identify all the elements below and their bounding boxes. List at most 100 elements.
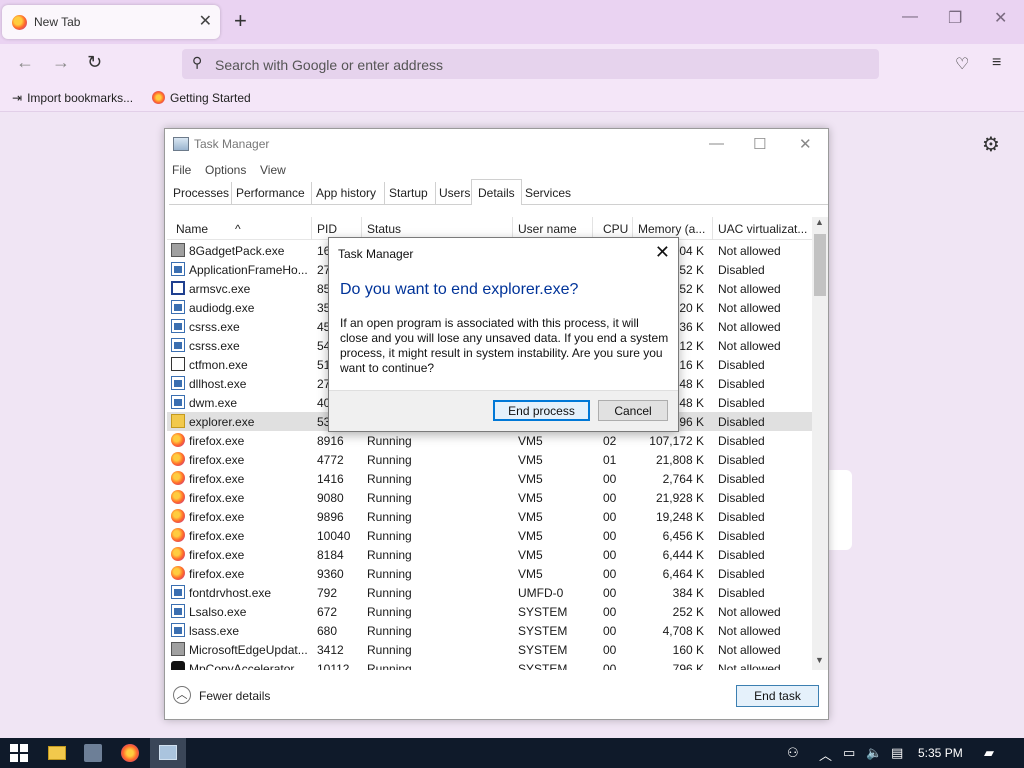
cell-status: Running bbox=[367, 453, 412, 467]
cell-user: VM5 bbox=[518, 491, 543, 505]
minimize-icon[interactable]: — bbox=[902, 8, 918, 26]
cell-pid: 8916 bbox=[317, 434, 344, 448]
tm-minimize-icon[interactable]: — bbox=[709, 135, 724, 152]
table-row[interactable]: firefox.exe 10040 Running VM5 00 6,456 K Disab… bbox=[167, 526, 812, 545]
tab-users[interactable]: Users bbox=[435, 186, 474, 200]
cell-name: ctfmon.exe bbox=[189, 358, 248, 372]
cell-status: Running bbox=[367, 529, 412, 543]
tab-details[interactable]: Details bbox=[471, 179, 522, 205]
cell-user: SYSTEM bbox=[518, 605, 568, 619]
settings-app-icon[interactable] bbox=[84, 744, 102, 762]
menu-icon[interactable]: ≡ bbox=[992, 54, 1001, 72]
reload-icon[interactable]: ↻ bbox=[87, 52, 102, 73]
chevron-up-tray-icon[interactable]: ︿ bbox=[819, 745, 832, 764]
process-gadget-icon bbox=[171, 243, 185, 257]
end-process-button[interactable]: End process bbox=[493, 400, 590, 421]
table-row[interactable]: firefox.exe 8184 Running VM5 00 6,444 K Disabl… bbox=[167, 545, 812, 564]
cell-user: VM5 bbox=[518, 529, 543, 543]
column-header-name[interactable]: Name bbox=[176, 222, 306, 236]
pocket-icon[interactable]: ♡ bbox=[955, 54, 969, 74]
cell-name: firefox.exe bbox=[189, 567, 245, 581]
cell-name: firefox.exe bbox=[189, 453, 245, 467]
cell-name: firefox.exe bbox=[189, 548, 245, 562]
cell-uac: Disabled bbox=[718, 358, 765, 372]
task-manager-tabs: Processes Performance App history Startu… bbox=[169, 179, 828, 205]
process-pen-icon bbox=[171, 357, 185, 371]
bookmark-getting-started-label: Getting Started bbox=[170, 91, 251, 105]
table-row[interactable]: lsass.exe 680 Running SYSTEM 00 4,708 K Not al… bbox=[167, 621, 812, 640]
cell-pid: 672 bbox=[317, 605, 338, 619]
network-icon[interactable]: ▤ bbox=[891, 745, 903, 761]
column-header-pid[interactable]: PID bbox=[317, 222, 357, 236]
dialog-button-bar: End process Cancel bbox=[329, 390, 678, 431]
column-header-status[interactable]: Status bbox=[367, 222, 507, 236]
table-row[interactable]: firefox.exe 1416 Running VM5 00 2,764 K Disabl… bbox=[167, 469, 812, 488]
close-window-icon[interactable]: ✕ bbox=[994, 8, 1007, 28]
tab-processes[interactable]: Processes bbox=[169, 186, 233, 200]
bookmark-getting-started[interactable]: Getting Started bbox=[152, 91, 251, 105]
cell-name: lsass.exe bbox=[189, 624, 240, 638]
table-row[interactable]: firefox.exe 9896 Running VM5 00 19,248 K Disab… bbox=[167, 507, 812, 526]
scroll-down-arrow[interactable]: ▼ bbox=[815, 655, 824, 665]
volume-icon[interactable]: 🔈 bbox=[866, 745, 882, 761]
scroll-thumb[interactable] bbox=[814, 234, 826, 296]
column-divider[interactable] bbox=[712, 217, 713, 240]
tab-services[interactable]: Services bbox=[521, 186, 575, 200]
table-row[interactable]: MpCopyAccelerator... 10112 Running SYSTEM 00… bbox=[167, 659, 812, 670]
windows-start-icon[interactable] bbox=[10, 744, 28, 762]
people-icon[interactable]: ⚇ bbox=[787, 745, 799, 761]
cancel-button[interactable]: Cancel bbox=[598, 400, 668, 421]
column-header-cpu[interactable]: CPU bbox=[603, 222, 631, 236]
chevron-up-icon[interactable]: ︿ bbox=[173, 686, 191, 704]
clock[interactable]: 5:35 PM bbox=[918, 746, 963, 760]
tm-close-icon[interactable]: ✕ bbox=[799, 135, 812, 153]
cell-uac: Disabled bbox=[718, 434, 765, 448]
close-tab-icon[interactable]: ✕ bbox=[199, 11, 212, 31]
table-row[interactable]: firefox.exe 8916 Running VM5 02 107,172 K Disa… bbox=[167, 431, 812, 450]
task-manager-footer: ︿ Fewer details End task bbox=[165, 677, 828, 719]
cell-user: VM5 bbox=[518, 510, 543, 524]
column-divider[interactable] bbox=[311, 217, 312, 240]
restore-icon[interactable]: ❐ bbox=[948, 8, 962, 28]
table-row[interactable]: firefox.exe 4772 Running VM5 01 21,808 K Disab… bbox=[167, 450, 812, 469]
table-row[interactable]: firefox.exe 9080 Running VM5 00 21,928 K Disab… bbox=[167, 488, 812, 507]
vertical-scrollbar[interactable]: ▲ ▼ bbox=[812, 217, 828, 670]
scroll-up-arrow[interactable]: ▲ bbox=[815, 217, 824, 227]
column-header-uac[interactable]: UAC virtualizat... bbox=[718, 222, 810, 236]
notifications-icon[interactable]: ▰ bbox=[984, 745, 994, 761]
back-icon[interactable]: ← bbox=[16, 52, 34, 73]
forward-icon[interactable]: → bbox=[52, 52, 70, 73]
firefox-taskbar-icon[interactable] bbox=[121, 744, 139, 762]
address-bar[interactable]: ⚲ Search with Google or enter address bbox=[182, 49, 879, 79]
cell-uac: Not allowed bbox=[718, 282, 781, 296]
cell-cpu: 02 bbox=[603, 434, 617, 448]
menu-file[interactable]: File bbox=[172, 163, 191, 177]
browser-tab[interactable]: New Tab ✕ bbox=[2, 5, 220, 39]
cell-uac: Disabled bbox=[718, 396, 765, 410]
table-row[interactable]: MicrosoftEdgeUpdat... 3412 Running SYSTEM 00… bbox=[167, 640, 812, 659]
column-header-user[interactable]: User name bbox=[518, 222, 590, 236]
column-header-memory[interactable]: Memory (a... bbox=[638, 222, 712, 236]
menu-view[interactable]: View bbox=[260, 163, 286, 177]
fewer-details-link[interactable]: Fewer details bbox=[199, 689, 270, 703]
cell-uac: Disabled bbox=[718, 567, 765, 581]
tab-app-history[interactable]: App history bbox=[312, 186, 380, 200]
task-manager-taskbar-button[interactable] bbox=[150, 738, 186, 768]
table-row[interactable]: fontdrvhost.exe 792 Running UMFD-0 00 384 K Di… bbox=[167, 583, 812, 602]
tm-maximize-icon[interactable]: ☐ bbox=[753, 135, 766, 153]
table-row[interactable]: firefox.exe 9360 Running VM5 00 6,464 K Disabl… bbox=[167, 564, 812, 583]
end-task-button[interactable]: End task bbox=[736, 685, 819, 707]
file-explorer-icon[interactable] bbox=[48, 746, 66, 760]
tab-performance[interactable]: Performance bbox=[232, 186, 309, 200]
cell-pid: 1416 bbox=[317, 472, 344, 486]
table-row[interactable]: Lsalso.exe 672 Running SYSTEM 00 252 K Not all… bbox=[167, 602, 812, 621]
dialog-close-icon[interactable]: ✕ bbox=[655, 242, 670, 263]
process-win-icon bbox=[171, 300, 185, 314]
new-tab-button[interactable]: + bbox=[234, 8, 247, 34]
cell-cpu: 00 bbox=[603, 491, 617, 505]
settings-gear-icon[interactable]: ⚙ bbox=[982, 132, 1000, 157]
tablet-icon[interactable]: ▭ bbox=[843, 745, 855, 761]
menu-options[interactable]: Options bbox=[205, 163, 246, 177]
bookmark-import[interactable]: ⇥ Import bookmarks... bbox=[12, 91, 133, 105]
tab-startup[interactable]: Startup bbox=[385, 186, 432, 200]
